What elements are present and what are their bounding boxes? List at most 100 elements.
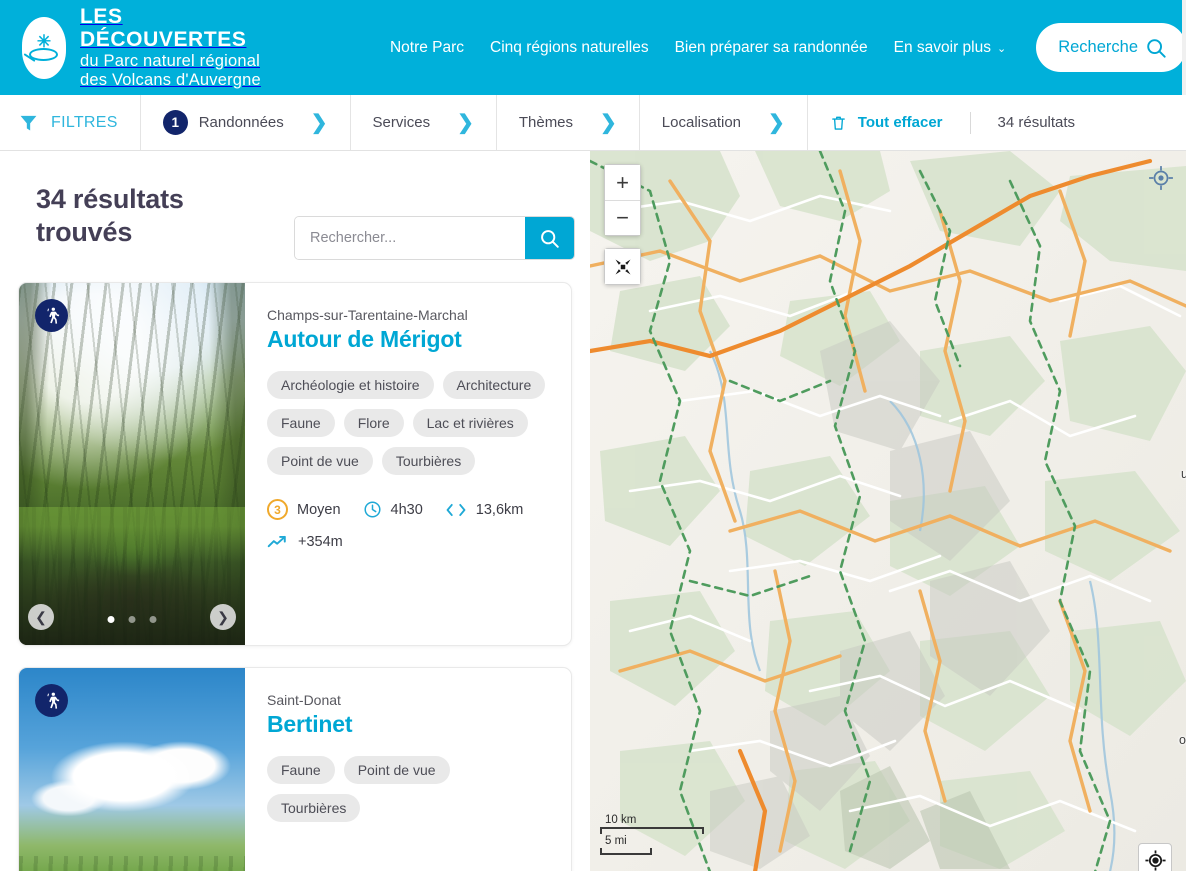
elevation-gain-icon bbox=[267, 535, 286, 548]
scale-km-label: 10 km bbox=[605, 814, 637, 826]
results-title-line-2: trouvés bbox=[36, 216, 133, 247]
map-panel[interactable]: N122 CLERMONT- FERRAND Giat Herment Roya… bbox=[590, 151, 1186, 871]
carousel-next-button[interactable]: ❯ bbox=[210, 604, 236, 630]
logo-mark-icon: ✳ bbox=[22, 16, 66, 79]
card-tag[interactable]: Tourbières bbox=[381, 447, 476, 475]
chevron-right-icon: ❯ bbox=[768, 112, 785, 134]
results-list: ❮ ❯ Champs-sur-Tarentaine-Marchal Autour… bbox=[0, 282, 590, 871]
header-search-button[interactable]: Recherche bbox=[1036, 23, 1186, 72]
scale-mi-label: 5 mi bbox=[605, 835, 627, 847]
difficulty-level-icon: 3 bbox=[267, 499, 288, 520]
target-icon bbox=[1144, 849, 1166, 871]
compress-arrows-icon bbox=[615, 259, 630, 274]
card-town: Saint-Donat bbox=[267, 692, 341, 708]
hiker-icon bbox=[47, 692, 60, 709]
filter-results-count: 34 résultats bbox=[997, 114, 1076, 131]
card-town: Champs-sur-Tarentaine-Marchal bbox=[267, 307, 468, 323]
trash-icon[interactable] bbox=[830, 114, 847, 132]
divider bbox=[969, 111, 971, 134]
carousel-dot[interactable] bbox=[128, 616, 136, 623]
filter-item-randonnees[interactable]: 1 Randonnées ❯ bbox=[141, 95, 351, 150]
nav-item-cinq-regions[interactable]: Cinq régions naturelles bbox=[490, 39, 649, 57]
filters-label: FILTRES bbox=[51, 113, 118, 131]
filter-label: Localisation bbox=[661, 114, 742, 131]
carousel-dot[interactable] bbox=[149, 616, 157, 623]
main-content: 34 résultats trouvés Rechercher... ❮ ❯ C… bbox=[0, 151, 1186, 871]
map-tiles bbox=[590, 151, 1186, 871]
card-distance: 13,6km bbox=[445, 501, 524, 518]
nav-label: Bien préparer sa randonnée bbox=[674, 38, 868, 56]
carousel-prev-button[interactable]: ❮ bbox=[28, 604, 54, 630]
hiking-badge-icon bbox=[35, 684, 68, 717]
carousel-dots bbox=[107, 616, 157, 623]
card-tag[interactable]: Lac et rivières bbox=[412, 409, 528, 437]
card-difficulty: 3 Moyen bbox=[267, 499, 341, 520]
filter-bar: FILTRES 1 Randonnées ❯ Services ❯ Thèmes… bbox=[0, 95, 1186, 151]
card-tag[interactable]: Flore bbox=[343, 409, 404, 437]
card-tag[interactable]: Tourbières bbox=[267, 794, 361, 822]
map-zoom-controls: + − bbox=[604, 164, 641, 236]
filter-label: Randonnées bbox=[198, 114, 284, 131]
geolocate-button[interactable] bbox=[1138, 843, 1172, 871]
nav-item-bien-preparer[interactable]: Bien préparer sa randonnée bbox=[675, 39, 868, 57]
search-input[interactable] bbox=[295, 217, 525, 259]
filter-label: Thèmes bbox=[518, 114, 574, 131]
scale-mi-line bbox=[600, 848, 652, 855]
fit-bounds-button[interactable] bbox=[605, 249, 640, 284]
search-submit-button[interactable] bbox=[525, 217, 574, 259]
card-tags: Archéologie et histoire Architecture Fau… bbox=[267, 371, 549, 475]
logo-line-3: des Volcans d'Auvergne bbox=[80, 71, 261, 90]
card-body: Saint-Donat Bertinet Faune Point de vue … bbox=[245, 668, 571, 871]
zoom-out-button[interactable]: − bbox=[605, 200, 640, 235]
result-card[interactable]: ❮ ❯ Champs-sur-Tarentaine-Marchal Autour… bbox=[18, 282, 572, 646]
result-card[interactable]: Saint-Donat Bertinet Faune Point de vue … bbox=[18, 667, 572, 871]
nav-item-en-savoir-plus[interactable]: En savoir plus ⌄ bbox=[894, 39, 1007, 57]
header-right-edge bbox=[1182, 0, 1186, 95]
logo-line-1: LES DÉCOUVERTES bbox=[80, 4, 247, 52]
carousel-dot[interactable] bbox=[107, 616, 115, 623]
chevron-right-icon: ❯ bbox=[310, 112, 328, 134]
nav-label: En savoir plus bbox=[893, 38, 991, 56]
card-title-link[interactable]: Autour de Mérigot bbox=[267, 326, 549, 353]
filter-badge-count: 1 bbox=[162, 110, 188, 135]
results-panel: 34 résultats trouvés Rechercher... ❮ ❯ C… bbox=[0, 151, 590, 871]
card-tag[interactable]: Faune bbox=[267, 409, 335, 437]
filter-label: Services bbox=[372, 114, 431, 131]
nav-label: Cinq régions naturelles bbox=[490, 38, 649, 56]
zoom-in-button[interactable]: + bbox=[605, 165, 640, 200]
filters-toggle[interactable]: FILTRES bbox=[0, 95, 141, 150]
filter-item-services[interactable]: Services ❯ bbox=[351, 95, 497, 150]
filter-icon bbox=[20, 115, 37, 130]
nav-label: Notre Parc bbox=[389, 38, 465, 56]
nav-item-notre-parc[interactable]: Notre Parc bbox=[390, 39, 464, 57]
filter-item-themes[interactable]: Thèmes ❯ bbox=[497, 95, 640, 150]
filter-item-localisation[interactable]: Localisation ❯ bbox=[640, 95, 808, 150]
map-fit-bounds-control bbox=[604, 248, 641, 285]
card-tag[interactable]: Point de vue bbox=[267, 447, 373, 475]
search-icon bbox=[1147, 38, 1166, 58]
card-tag[interactable]: Faune bbox=[267, 756, 335, 784]
search-icon bbox=[541, 229, 559, 248]
clear-all-button[interactable]: Tout effacer bbox=[858, 114, 943, 131]
hiker-icon bbox=[47, 307, 60, 324]
chevron-right-icon: ❯ bbox=[457, 112, 474, 134]
card-photo bbox=[19, 283, 245, 645]
card-tag[interactable]: Point de vue bbox=[343, 756, 450, 784]
clock-icon bbox=[363, 501, 381, 518]
logo-star-icon: ✳ bbox=[36, 31, 52, 51]
scale-km-line bbox=[600, 827, 704, 834]
results-title-line-1: 34 résultats bbox=[36, 184, 184, 214]
card-tag[interactable]: Archéologie et histoire bbox=[267, 371, 434, 399]
distance-value: 13,6km bbox=[475, 501, 524, 518]
chevron-down-icon: ⌄ bbox=[996, 42, 1007, 55]
compass-icon[interactable] bbox=[1148, 165, 1174, 191]
card-image-carousel[interactable]: ❮ ❯ bbox=[19, 283, 245, 645]
site-logo[interactable]: ✳ LES DÉCOUVERTES du Parc naturel région… bbox=[0, 5, 290, 91]
distance-arrows-icon bbox=[446, 503, 466, 516]
card-image-carousel[interactable] bbox=[19, 668, 245, 871]
card-tags: Faune Point de vue Tourbières bbox=[267, 756, 549, 822]
card-tag[interactable]: Architecture bbox=[442, 371, 546, 399]
difficulty-label: Moyen bbox=[297, 501, 341, 518]
map-scale-bar: 10 km 5 mi bbox=[600, 813, 704, 855]
card-title-link[interactable]: Bertinet bbox=[267, 711, 549, 738]
